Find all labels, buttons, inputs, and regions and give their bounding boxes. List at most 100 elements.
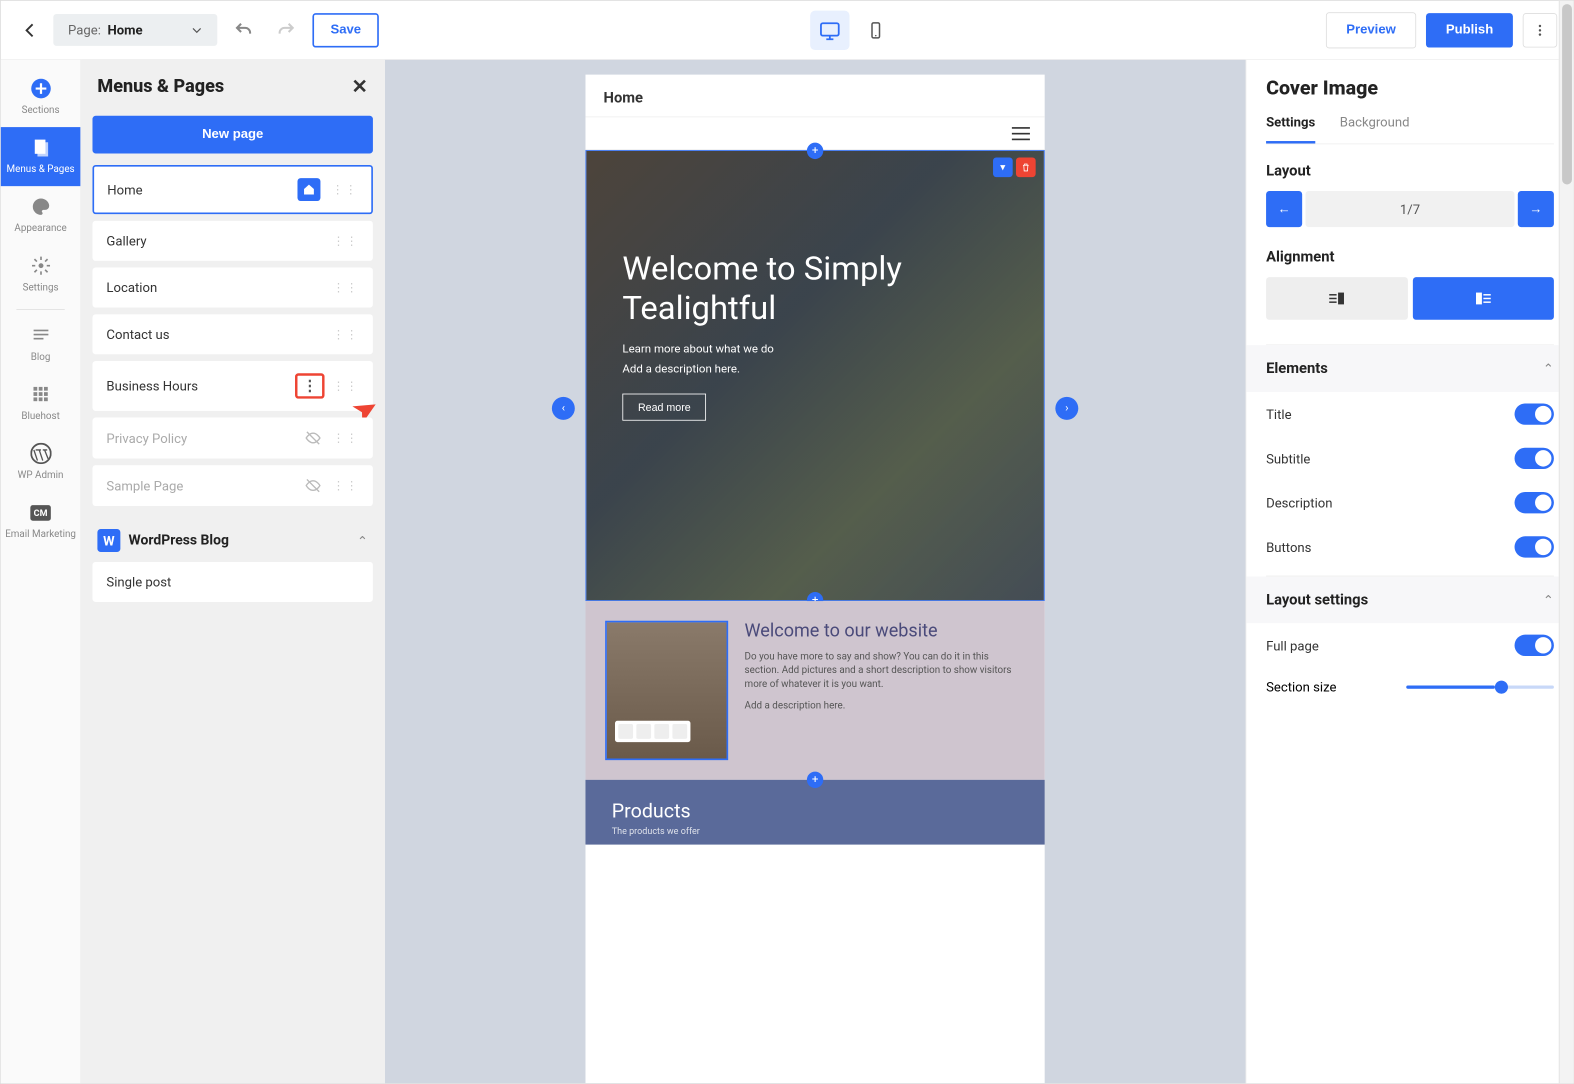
- layout-settings-header[interactable]: Layout settings ⌃: [1246, 576, 1573, 623]
- description-toggle[interactable]: [1515, 492, 1554, 513]
- page-row-location[interactable]: Location ⋮⋮: [93, 267, 373, 307]
- wordpress-badge-icon: W: [98, 529, 121, 552]
- page-row-gallery[interactable]: Gallery ⋮⋮: [93, 221, 373, 261]
- home-icon: [298, 178, 321, 201]
- topbar: Page: Home Save Preview Publish: [1, 1, 1574, 60]
- sidebar-item-appearance[interactable]: Appearance: [1, 186, 81, 245]
- align-left-button[interactable]: [1412, 277, 1553, 320]
- undo-icon: [234, 20, 254, 40]
- mobile-viewport-button[interactable]: [856, 10, 895, 49]
- welcome-image[interactable]: [605, 621, 728, 760]
- add-section-top-button[interactable]: +: [807, 143, 823, 159]
- page-row-contact[interactable]: Contact us ⋮⋮: [93, 314, 373, 354]
- wordpress-blog-section[interactable]: W WordPress Blog ⌃: [93, 519, 373, 562]
- toggle-row-fullpage: Full page: [1266, 623, 1554, 667]
- new-page-button[interactable]: New page: [93, 116, 373, 154]
- sidebar-item-email-marketing[interactable]: CM Email Marketing: [1, 492, 81, 551]
- back-button[interactable]: [17, 17, 43, 43]
- hero-title[interactable]: Welcome to Simply Tealightful: [622, 249, 1007, 328]
- cover-image-section[interactable]: + ▾ Welcome to Simply Tealightful Learn …: [585, 150, 1044, 601]
- properties-panel: Cover Image Settings Background Layout ←…: [1246, 60, 1574, 1083]
- sidebar-item-settings[interactable]: Settings: [1, 245, 81, 304]
- sidebar-item-bluehost[interactable]: Bluehost: [1, 374, 81, 433]
- preview-button[interactable]: Preview: [1326, 12, 1417, 48]
- preview-page-title: Home: [585, 75, 1044, 118]
- next-layout-button[interactable]: ›: [1055, 397, 1078, 420]
- gear-icon: [30, 255, 51, 276]
- redo-button[interactable]: [270, 14, 303, 47]
- trash-icon: [1021, 162, 1031, 172]
- sidebar-item-wp-admin[interactable]: WP Admin: [1, 433, 81, 492]
- undo-button[interactable]: [227, 14, 260, 47]
- toggle-row-buttons: Buttons: [1266, 525, 1554, 569]
- palette-icon: [30, 196, 51, 217]
- welcome-body[interactable]: Do you have more to say and show? You ca…: [745, 649, 1025, 690]
- close-panel-button[interactable]: ✕: [352, 75, 368, 98]
- page-selector[interactable]: Page: Home: [53, 14, 217, 46]
- drag-handle-icon[interactable]: ⋮⋮: [333, 328, 359, 341]
- cm-icon: CM: [30, 502, 51, 523]
- drag-handle-icon[interactable]: ⋮⋮: [333, 431, 359, 444]
- page-row-single-post[interactable]: Single post: [93, 562, 373, 602]
- products-title[interactable]: Products: [612, 800, 1019, 823]
- welcome-section[interactable]: Welcome to our website Do you have more …: [585, 601, 1044, 780]
- prev-layout-button[interactable]: ‹: [552, 397, 575, 420]
- buttons-toggle[interactable]: [1515, 536, 1554, 557]
- drag-handle-icon[interactable]: ⋮⋮: [332, 183, 358, 196]
- sidebar-item-menus-pages[interactable]: Menus & Pages: [1, 127, 81, 186]
- hamburger-icon[interactable]: [1012, 127, 1030, 140]
- elements-section-header[interactable]: Elements ⌃: [1246, 345, 1573, 392]
- tab-settings[interactable]: Settings: [1266, 114, 1315, 144]
- section-size-slider[interactable]: [1406, 685, 1554, 688]
- more-menu-button[interactable]: [1523, 13, 1557, 47]
- add-section-button[interactable]: +: [807, 772, 823, 788]
- blog-icon: [30, 325, 51, 346]
- drag-handle-icon[interactable]: ⋮⋮: [333, 379, 359, 392]
- alignment-label: Alignment: [1266, 248, 1554, 265]
- drag-handle-icon[interactable]: ⋮⋮: [333, 281, 359, 294]
- layout-prev-button[interactable]: ←: [1266, 191, 1302, 227]
- save-button[interactable]: Save: [312, 13, 379, 47]
- dots-vertical-icon: [1533, 23, 1548, 38]
- page-options-button[interactable]: ⋮: [295, 373, 325, 398]
- publish-button[interactable]: Publish: [1426, 13, 1513, 47]
- layout-counter: 1/7: [1305, 191, 1514, 227]
- fullpage-toggle[interactable]: [1515, 635, 1554, 656]
- welcome-desc[interactable]: Add a description here.: [745, 699, 1025, 713]
- align-left-icon: [1474, 291, 1492, 306]
- tab-background[interactable]: Background: [1340, 114, 1410, 144]
- drag-handle-icon[interactable]: ⋮⋮: [333, 234, 359, 247]
- panel-tabs: Settings Background: [1266, 114, 1554, 144]
- sidebar-item-blog[interactable]: Blog: [1, 315, 81, 374]
- products-subtitle[interactable]: The products we offer: [612, 826, 1019, 837]
- section-delete-button[interactable]: [1016, 157, 1036, 177]
- section-move-button[interactable]: ▾: [993, 157, 1013, 177]
- welcome-title[interactable]: Welcome to our website: [745, 621, 1025, 642]
- hero-subtitle[interactable]: Learn more about what we do: [622, 343, 1007, 356]
- align-right-button[interactable]: [1266, 277, 1407, 320]
- panel-title: Cover Image: [1266, 76, 1554, 99]
- title-toggle[interactable]: [1515, 403, 1554, 424]
- chevron-down-icon: [191, 24, 202, 35]
- hero-description[interactable]: Add a description here.: [622, 362, 1007, 375]
- desktop-icon: [819, 19, 840, 40]
- chevron-up-icon: ⌃: [357, 533, 368, 549]
- layout-next-button[interactable]: →: [1518, 191, 1554, 227]
- subtitle-toggle[interactable]: [1515, 448, 1554, 469]
- section-size-row: Section size: [1266, 667, 1554, 706]
- drag-handle-icon[interactable]: ⋮⋮: [333, 479, 359, 492]
- image-toolbar[interactable]: [615, 721, 690, 742]
- window-scrollbar[interactable]: [1559, 1, 1574, 1083]
- layout-label: Layout: [1266, 162, 1554, 179]
- page-row-home[interactable]: Home ⋮⋮: [93, 165, 373, 214]
- eye-off-icon[interactable]: [305, 477, 321, 493]
- page-row-privacy[interactable]: Privacy Policy ⋮⋮: [93, 417, 373, 458]
- page-row-business-hours[interactable]: Business Hours ⋮ ⋮⋮ ➤: [93, 361, 373, 411]
- products-section[interactable]: + Products The products we offer: [585, 780, 1044, 845]
- hero-readmore-button[interactable]: Read more: [622, 394, 706, 421]
- toggle-row-title: Title: [1266, 392, 1554, 436]
- desktop-viewport-button[interactable]: [810, 10, 849, 49]
- eye-off-icon[interactable]: [305, 430, 321, 446]
- page-row-sample[interactable]: Sample Page ⋮⋮: [93, 465, 373, 506]
- sidebar-item-sections[interactable]: Sections: [1, 68, 81, 127]
